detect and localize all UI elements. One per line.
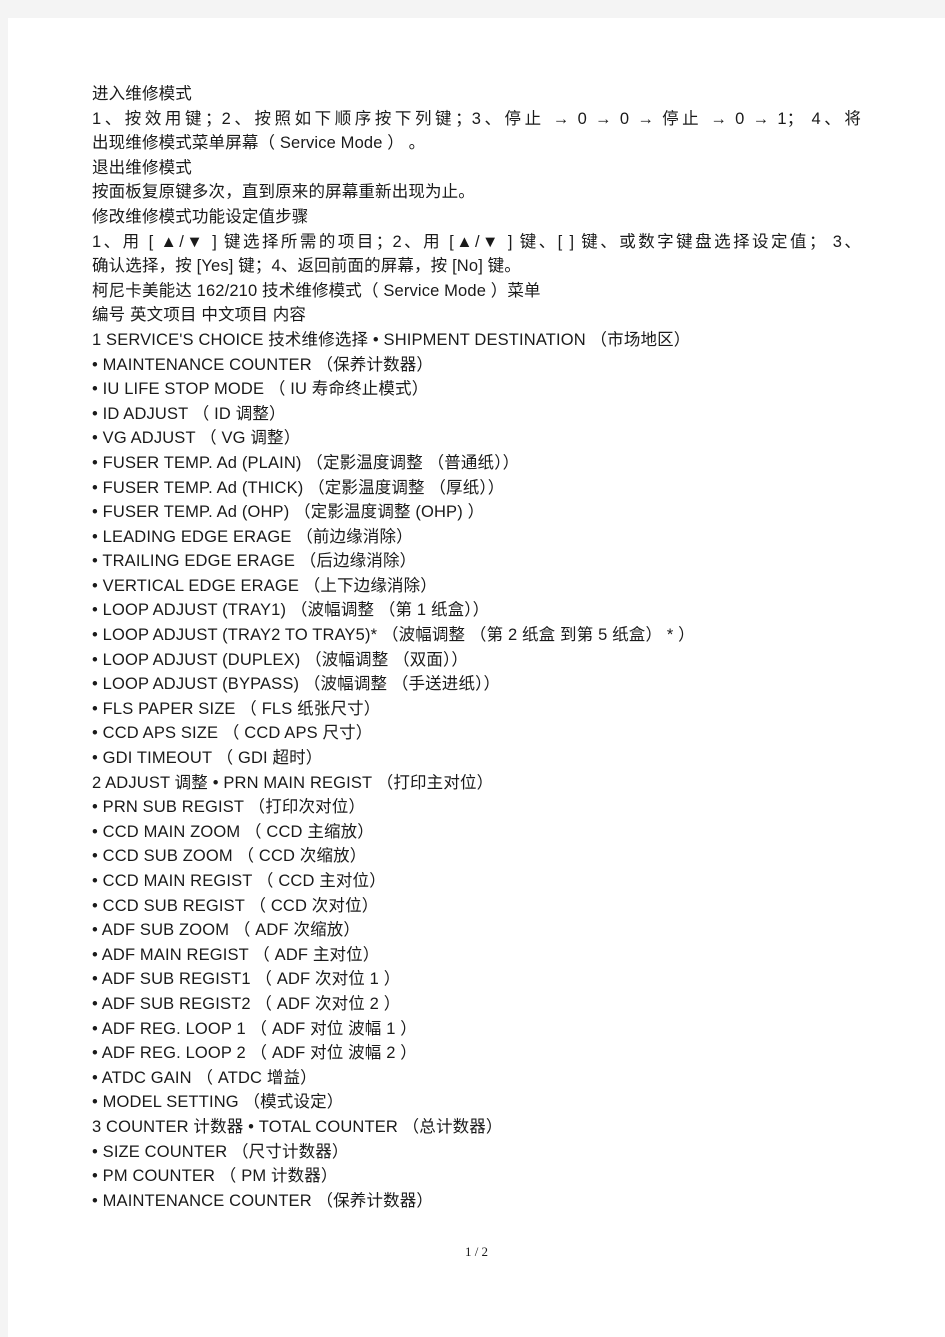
document-line: 进入维修模式 (92, 85, 192, 103)
document-line: 1、按效用键；2、按照如下顺序按下列键；3、停止 → 0 → 0 → 停止 → … (92, 109, 861, 128)
document-line: 编号 英文项目 中文项目 内容 (92, 306, 307, 325)
document-line: • FLS PAPER SIZE （ FLS 纸张尺寸） (92, 699, 381, 718)
document-line: • CCD MAIN ZOOM （ CCD 主缩放） (92, 822, 374, 841)
document-line: • LOOP ADJUST (TRAY2 TO TRAY5)* （波幅调整 （第… (92, 626, 695, 645)
document-line: • ADF REG. LOOP 1 （ ADF 对位 波幅 1 ） (92, 1019, 417, 1038)
document-line: • ADF SUB REGIST2 （ ADF 次对位 2 ） (92, 994, 401, 1013)
document-line: • CCD SUB ZOOM （ CCD 次缩放） (92, 847, 367, 866)
document-line: • GDI TIMEOUT （ GDI 超时） (92, 749, 323, 768)
document-line: 柯尼卡美能达 162/210 技术维修模式（ Service Mode ）菜单 (92, 281, 541, 300)
document-line: 退出维修模式 (92, 158, 192, 177)
document-page: 进入维修模式 1、按效用键；2、按照如下顺序按下列键；3、停止 → 0 → 0 →… (8, 18, 945, 1337)
document-line: • PRN SUB REGIST （打印次对位） (92, 798, 366, 817)
document-line: • ID ADJUST （ ID 调整） (92, 404, 286, 423)
document-line: • ADF MAIN REGIST （ ADF 主对位） (92, 945, 380, 964)
document-line: • LOOP ADJUST (TRAY1) （波幅调整 （第 1 纸盒）） (92, 601, 490, 620)
document-line: • MAINTENANCE COUNTER （保养计数器） (92, 355, 434, 374)
document-viewer[interactable]: 进入维修模式 1、按效用键；2、按照如下顺序按下列键；3、停止 → 0 → 0 →… (0, 0, 945, 1337)
document-line: • ADF SUB REGIST1 （ ADF 次对位 1 ） (92, 970, 401, 989)
document-line: • MODEL SETTING （模式设定） (92, 1093, 344, 1112)
document-line: 1、用 [ ▲/▼ ] 键选择所需的项目；2、用 [▲/▼ ] 键、[ ] 键、… (92, 232, 861, 251)
document-line: • FUSER TEMP. Ad (PLAIN) （定影温度调整 （普通纸）） (92, 453, 520, 472)
document-body: 进入维修模式 1、按效用键；2、按照如下顺序按下列键；3、停止 → 0 → 0 →… (92, 82, 861, 1213)
document-line: • FUSER TEMP. Ad (OHP) （定影温度调整 (OHP) ） (92, 503, 485, 522)
document-line: • SIZE COUNTER （尺寸计数器） (92, 1142, 349, 1161)
document-line: • VERTICAL EDGE ERAGE （上下边缘消除） (92, 576, 437, 595)
document-line: 确认选择，按 [Yes] 键；4、返回前面的屏幕，按 [No] 键。 (92, 257, 521, 276)
document-line: • CCD SUB REGIST （ CCD 次对位） (92, 896, 379, 915)
document-line: • LEADING EDGE ERAGE （前边缘消除） (92, 527, 413, 546)
document-line: • FUSER TEMP. Ad (THICK) （定影温度调整 （厚纸）） (92, 478, 505, 497)
document-line: • ATDC GAIN （ ATDC 增益） (92, 1068, 317, 1087)
document-line: • IU LIFE STOP MODE （ IU 寿命终止模式） (92, 380, 429, 399)
document-line: • LOOP ADJUST (DUPLEX) （波幅调整 （双面）） (92, 650, 469, 669)
document-line: • ADF SUB ZOOM （ ADF 次缩放） (92, 921, 361, 940)
document-line: • LOOP ADJUST (BYPASS) （波幅调整 （手送进纸）） (92, 675, 501, 694)
document-line: 按面板复原键多次，直到原来的屏幕重新出现为止。 (92, 183, 475, 202)
document-line: • MAINTENANCE COUNTER （保养计数器） (92, 1191, 434, 1210)
document-line: 出现维修模式菜单屏幕（ Service Mode ） 。 (92, 134, 426, 153)
document-line: 1 SERVICE'S CHOICE 技术维修选择 • SHIPMENT DES… (92, 330, 691, 349)
page-number: 1 / 2 (464, 1244, 489, 1259)
document-line: 2 ADJUST 调整 • PRN MAIN REGIST （打印主对位） (92, 773, 494, 792)
document-line: • CCD MAIN REGIST （ CCD 主对位） (92, 872, 386, 890)
document-line: • PM COUNTER （ PM 计数器） (92, 1167, 338, 1186)
document-line: • ADF REG. LOOP 2 （ ADF 对位 波幅 2 ） (92, 1044, 417, 1063)
document-line: 修改维修模式功能设定值步骤 (92, 207, 309, 226)
document-line: • TRAILING EDGE ERAGE （后边缘消除） (92, 552, 417, 571)
document-line: 3 COUNTER 计数器 • TOTAL COUNTER （总计数器） (92, 1117, 503, 1136)
document-line: • VG ADJUST （ VG 调整） (92, 429, 301, 448)
document-line: • CCD APS SIZE （ CCD APS 尺寸） (92, 724, 373, 743)
